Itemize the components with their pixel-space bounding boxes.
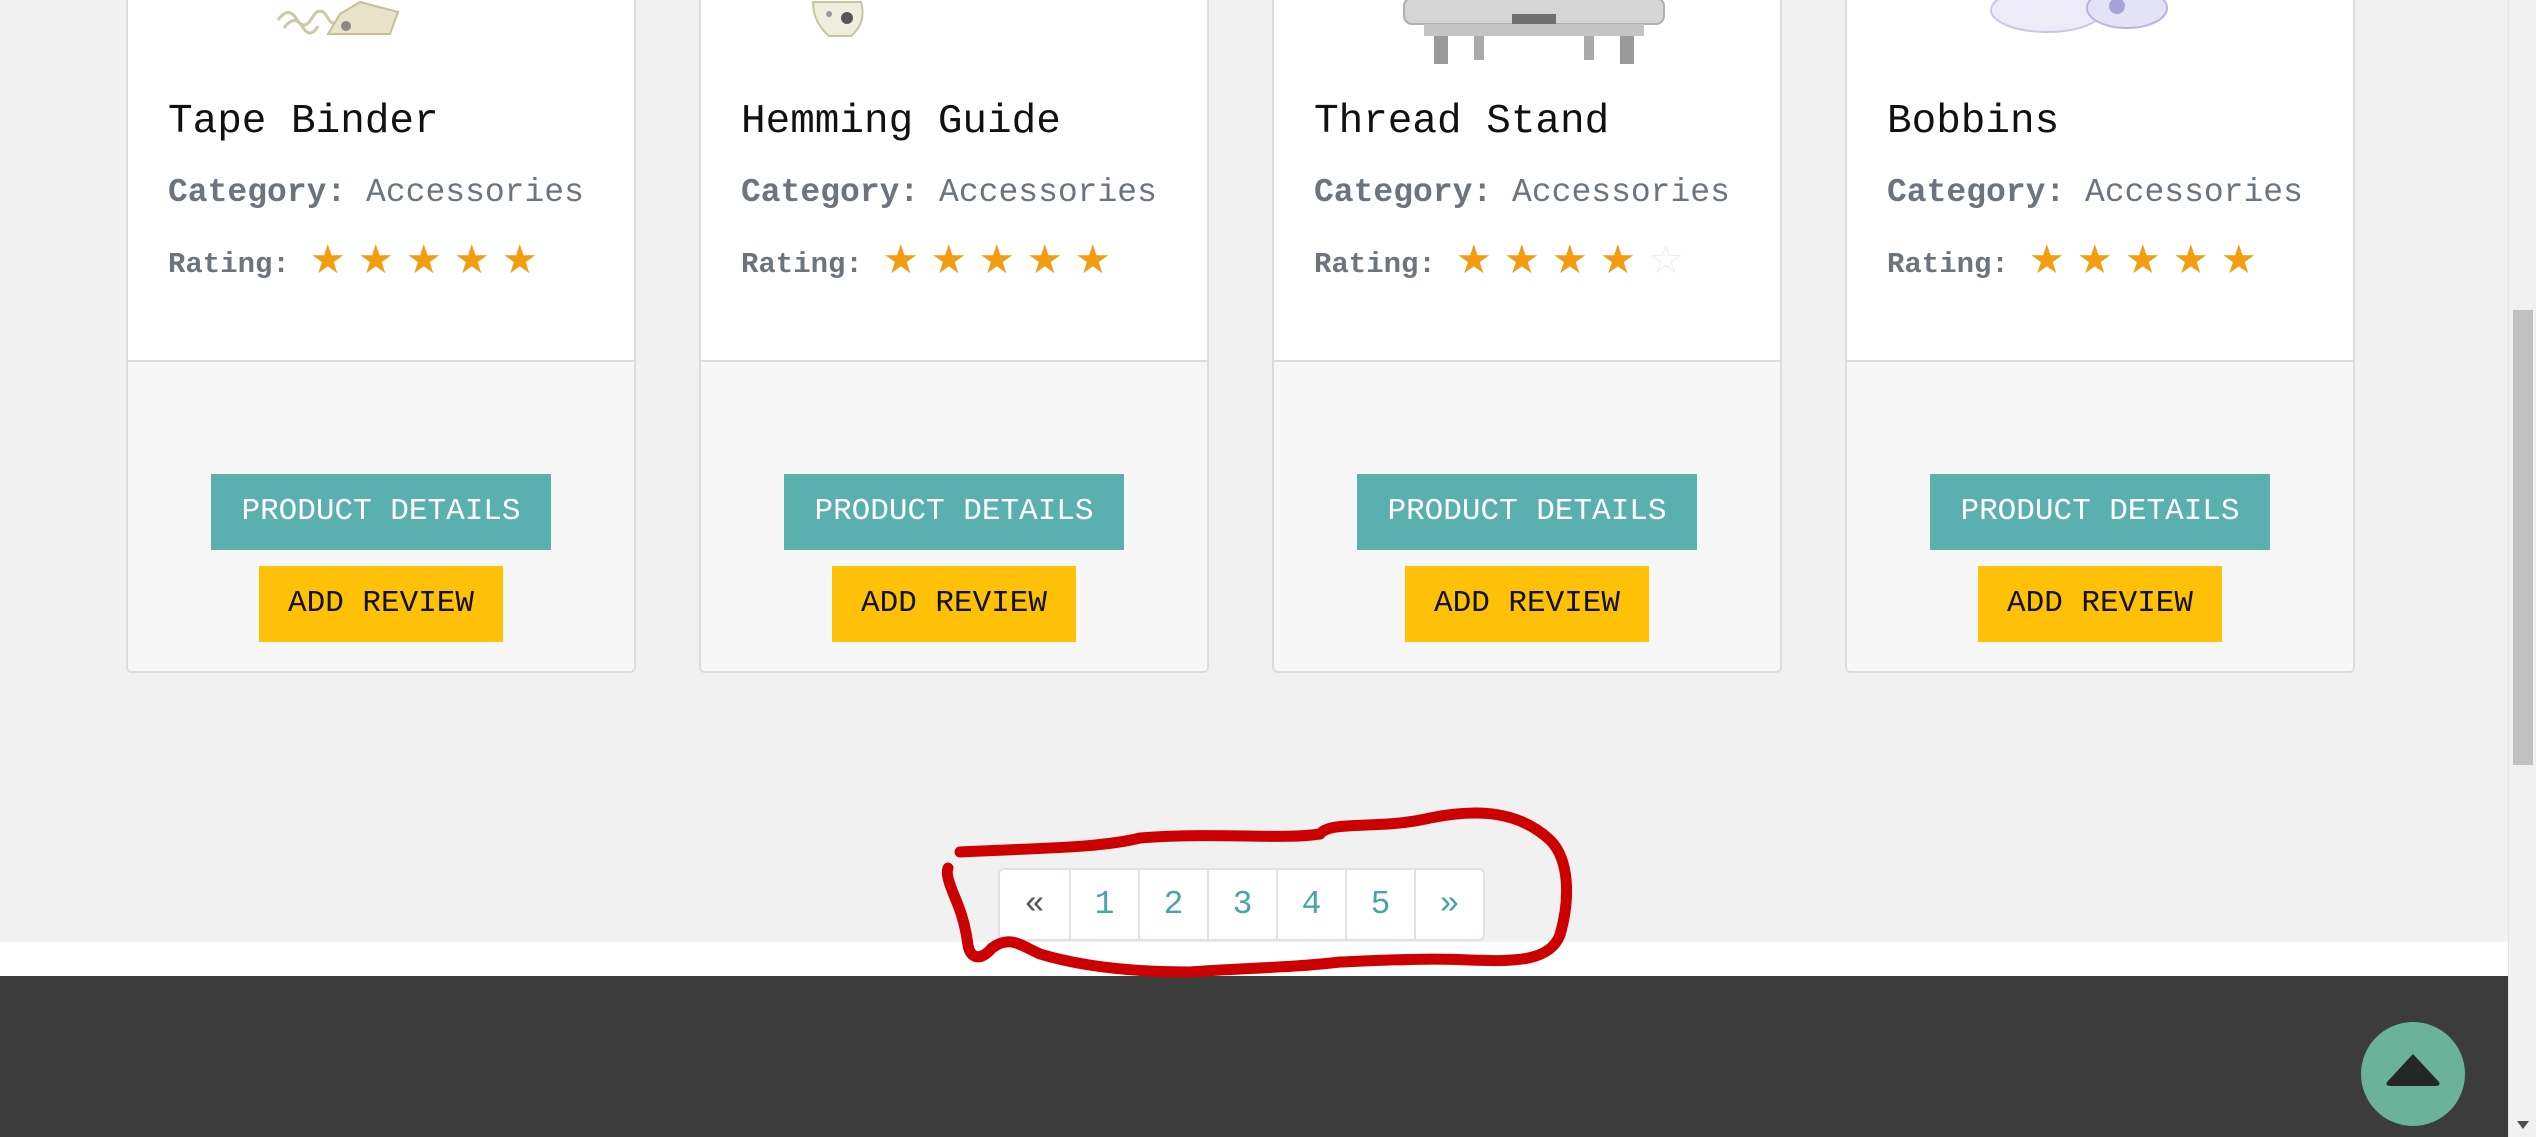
pagination-page-3[interactable]: 3 bbox=[1207, 870, 1276, 939]
star-filled-icon: ★ bbox=[882, 237, 919, 283]
star-filled-icon: ★ bbox=[1599, 237, 1636, 283]
star-filled-icon: ★ bbox=[2172, 237, 2209, 283]
product-rating: Rating: ★ ★ ★ ★ ★ bbox=[168, 240, 614, 289]
rating-stars: ★ ★ ★ ★ ★ bbox=[877, 240, 1117, 289]
star-filled-icon: ★ bbox=[309, 237, 346, 283]
pagination-next[interactable]: » bbox=[1414, 870, 1483, 939]
product-title: Hemming Guide bbox=[741, 99, 1061, 145]
product-title: Thread Stand bbox=[1314, 99, 1610, 145]
rating-label: Rating: bbox=[741, 247, 863, 281]
star-filled-icon: ★ bbox=[2124, 237, 2161, 283]
category-label: Category: bbox=[1314, 174, 1493, 211]
product-title: Bobbins bbox=[1887, 99, 2060, 145]
pagination-page-4[interactable]: 4 bbox=[1276, 870, 1345, 939]
category-value: Accessories bbox=[2085, 174, 2303, 211]
card-footer: PRODUCT DETAILS ADD REVIEW bbox=[1847, 360, 2353, 671]
star-filled-icon: ★ bbox=[1074, 237, 1111, 283]
star-filled-icon: ★ bbox=[930, 237, 967, 283]
card-footer: PRODUCT DETAILS ADD REVIEW bbox=[128, 360, 634, 671]
product-image[interactable] bbox=[1274, 0, 1780, 82]
rating-stars: ★ ★ ★ ★ ☆ bbox=[1450, 240, 1690, 289]
star-filled-icon: ★ bbox=[2220, 237, 2257, 283]
star-filled-icon: ★ bbox=[357, 237, 394, 283]
category-label: Category: bbox=[1887, 174, 2066, 211]
product-category: Category: Accessories bbox=[168, 170, 614, 216]
pagination: « 1 2 3 4 5 » bbox=[998, 868, 1485, 941]
star-filled-icon: ★ bbox=[1026, 237, 1063, 283]
product-category: Category: Accessories bbox=[1314, 170, 1760, 216]
product-image[interactable] bbox=[701, 0, 1207, 82]
star-filled-icon: ★ bbox=[405, 237, 442, 283]
rating-stars: ★ ★ ★ ★ ★ bbox=[304, 240, 544, 289]
star-empty-icon: ☆ bbox=[1647, 237, 1684, 283]
product-card: Thread Stand Category: Accessories Ratin… bbox=[1272, 0, 1782, 673]
product-details-button[interactable]: PRODUCT DETAILS bbox=[784, 474, 1124, 550]
scrollbar-thumb[interactable] bbox=[2513, 310, 2533, 765]
product-title: Tape Binder bbox=[168, 99, 439, 145]
product-card: Hemming Guide Category: Accessories Rati… bbox=[699, 0, 1209, 673]
page: Tape Binder Category: Accessories Rating… bbox=[0, 0, 2536, 1137]
category-label: Category: bbox=[741, 174, 920, 211]
rating-stars: ★ ★ ★ ★ ★ bbox=[2023, 240, 2263, 289]
star-filled-icon: ★ bbox=[501, 237, 538, 283]
product-category: Category: Accessories bbox=[1887, 170, 2333, 216]
star-filled-icon: ★ bbox=[2028, 237, 2065, 283]
pagination-page-2[interactable]: 2 bbox=[1138, 870, 1207, 939]
product-rating: Rating: ★ ★ ★ ★ ★ bbox=[741, 240, 1187, 289]
product-image[interactable] bbox=[1847, 0, 2353, 82]
product-card: Bobbins Category: Accessories Rating: ★ ★… bbox=[1845, 0, 2355, 673]
product-details-button[interactable]: PRODUCT DETAILS bbox=[1930, 474, 2270, 550]
product-details-button[interactable]: PRODUCT DETAILS bbox=[1357, 474, 1697, 550]
add-review-button[interactable]: ADD REVIEW bbox=[259, 566, 503, 642]
star-filled-icon: ★ bbox=[1503, 237, 1540, 283]
rating-label: Rating: bbox=[1887, 247, 2009, 281]
rating-label: Rating: bbox=[168, 247, 290, 281]
product-rating: Rating: ★ ★ ★ ★ ☆ bbox=[1314, 240, 1760, 289]
add-review-button[interactable]: ADD REVIEW bbox=[1978, 566, 2222, 642]
pagination-page-1[interactable]: 1 bbox=[1069, 870, 1138, 939]
add-review-button[interactable]: ADD REVIEW bbox=[832, 566, 1076, 642]
product-rating: Rating: ★ ★ ★ ★ ★ bbox=[1887, 240, 2333, 289]
product-category: Category: Accessories bbox=[741, 170, 1187, 216]
scroll-down-arrow-icon[interactable] bbox=[2517, 1121, 2529, 1129]
product-card: Tape Binder Category: Accessories Rating… bbox=[126, 0, 636, 673]
pagination-prev[interactable]: « bbox=[1000, 870, 1069, 939]
product-image[interactable] bbox=[128, 0, 634, 82]
category-label: Category: bbox=[168, 174, 347, 211]
category-value: Accessories bbox=[939, 174, 1157, 211]
site-footer bbox=[0, 976, 2508, 1137]
star-filled-icon: ★ bbox=[1455, 237, 1492, 283]
footer-divider bbox=[0, 942, 2508, 976]
product-details-button[interactable]: PRODUCT DETAILS bbox=[211, 474, 551, 550]
category-value: Accessories bbox=[1512, 174, 1730, 211]
scroll-to-top-button[interactable] bbox=[2361, 1022, 2465, 1126]
add-review-button[interactable]: ADD REVIEW bbox=[1405, 566, 1649, 642]
chevron-up-icon bbox=[2386, 1054, 2440, 1086]
star-filled-icon: ★ bbox=[453, 237, 490, 283]
pagination-page-5[interactable]: 5 bbox=[1345, 870, 1414, 939]
star-filled-icon: ★ bbox=[2076, 237, 2113, 283]
star-filled-icon: ★ bbox=[978, 237, 1015, 283]
card-footer: PRODUCT DETAILS ADD REVIEW bbox=[701, 360, 1207, 671]
vertical-scrollbar[interactable] bbox=[2508, 0, 2536, 1137]
rating-label: Rating: bbox=[1314, 247, 1436, 281]
category-value: Accessories bbox=[366, 174, 584, 211]
card-footer: PRODUCT DETAILS ADD REVIEW bbox=[1274, 360, 1780, 671]
star-filled-icon: ★ bbox=[1551, 237, 1588, 283]
